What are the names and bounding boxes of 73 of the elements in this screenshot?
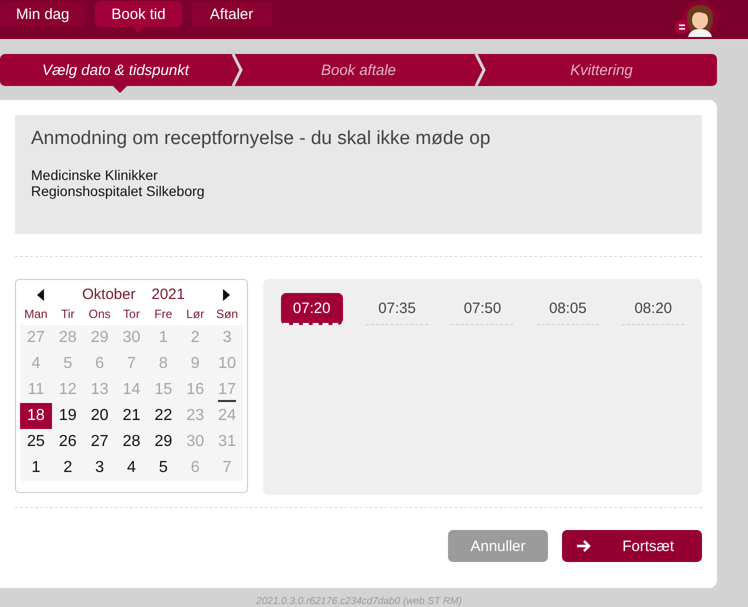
next-month-icon[interactable] <box>220 288 231 300</box>
calendar-day[interactable]: 28 <box>116 429 148 455</box>
time-slot[interactable]: 07:35 <box>366 293 428 325</box>
weekday-label: Ons <box>88 307 112 323</box>
appointment-title: Anmodning om receptfornyelse - du skal ikke møde op <box>31 128 492 150</box>
time-slot[interactable]: 08:20 <box>622 293 684 325</box>
weekday-label: Man <box>23 307 49 323</box>
calendar-day[interactable]: 19 <box>52 403 84 429</box>
calendar-day: 28 <box>52 325 84 351</box>
calendar-day: 29 <box>84 325 116 351</box>
nav-tab[interactable]: Min dag <box>0 1 86 27</box>
calendar-day[interactable]: 20 <box>84 403 116 429</box>
calendar-day: 12 <box>52 377 84 403</box>
calendar-day[interactable]: 25 <box>20 429 52 455</box>
location-text: Medicinske Klinikker <box>31 167 159 183</box>
calendar-day: 6 <box>84 351 116 377</box>
time-slot[interactable]: 07:20 <box>280 293 343 325</box>
calendar-day[interactable]: 5 <box>147 455 180 481</box>
calendar-day: 8 <box>147 351 180 377</box>
calendar-day: 15 <box>147 377 180 403</box>
calendar-day: 13 <box>84 377 116 403</box>
calendar-day: 16 <box>179 377 212 403</box>
calendar-day[interactable]: 29 <box>147 429 180 455</box>
calendar-day: 14 <box>116 377 148 403</box>
time-slot[interactable]: 08:05 <box>536 293 599 325</box>
calendar-day: 30 <box>116 325 148 351</box>
calendar-day: 31 <box>211 429 243 455</box>
calendar-day: 3 <box>211 325 243 351</box>
year-label: 2021 <box>151 286 185 303</box>
version-text: 2021.0.3.0.r62176.c234cd7dab0 (web ST RM) <box>255 596 463 607</box>
calendar-day[interactable]: 27 <box>84 429 116 455</box>
calendar-day: 17 <box>211 377 243 403</box>
calendar-day: 24 <box>211 403 243 429</box>
location-text: Regionshospitalet Silkeborg <box>31 183 206 199</box>
pointer-icon <box>132 27 144 33</box>
weekday-label: Fre <box>153 307 174 323</box>
calendar-day[interactable]: 18 <box>20 403 52 429</box>
calendar-day: 11 <box>20 377 52 403</box>
calendar-day: 5 <box>52 351 84 377</box>
calendar-day[interactable]: 21 <box>116 403 148 429</box>
calendar-day: 6 <box>179 455 212 481</box>
calendar-day[interactable]: 4 <box>116 455 148 481</box>
calendar-day: 23 <box>179 403 212 429</box>
arrow-right-icon <box>576 539 592 553</box>
month-label: Oktober <box>82 286 136 303</box>
calendar-day[interactable]: 22 <box>147 403 180 429</box>
step-tab[interactable]: Vælg dato & tidspunkt <box>0 54 231 86</box>
calendar-day: 1 <box>147 325 180 351</box>
calendar-day: 30 <box>179 429 212 455</box>
step-tab[interactable]: Book aftale <box>243 54 474 86</box>
calendar-day: 4 <box>20 351 52 377</box>
calendar-day: 7 <box>116 351 148 377</box>
weekday-label: Lør <box>185 307 206 323</box>
time-slot[interactable]: 07:50 <box>451 293 514 325</box>
chevron-icon <box>474 54 486 86</box>
calendar-day[interactable]: 26 <box>52 429 84 455</box>
continue-button[interactable]: Fortsæt <box>562 530 702 562</box>
calendar-day: 27 <box>20 325 52 351</box>
weekday-label: Søn <box>215 307 240 323</box>
weekday-label: Tir <box>60 307 76 323</box>
calendar-day: 10 <box>211 351 243 377</box>
previous-month-icon[interactable] <box>36 288 46 300</box>
calendar-day[interactable]: 1 <box>20 455 52 481</box>
weekday-label: Tor <box>122 307 141 323</box>
calendar-day: 7 <box>211 455 243 481</box>
step-tab[interactable]: Kvittering <box>486 54 717 86</box>
calendar-day[interactable]: 2 <box>52 455 84 481</box>
calendar-day: 2 <box>179 325 212 351</box>
calendar-day[interactable]: 3 <box>84 455 116 481</box>
chevron-icon <box>231 54 243 86</box>
user-avatar-icon[interactable] <box>674 1 718 39</box>
calendar-day: 9 <box>179 351 212 377</box>
nav-tab[interactable]: Aftaler <box>192 1 272 27</box>
